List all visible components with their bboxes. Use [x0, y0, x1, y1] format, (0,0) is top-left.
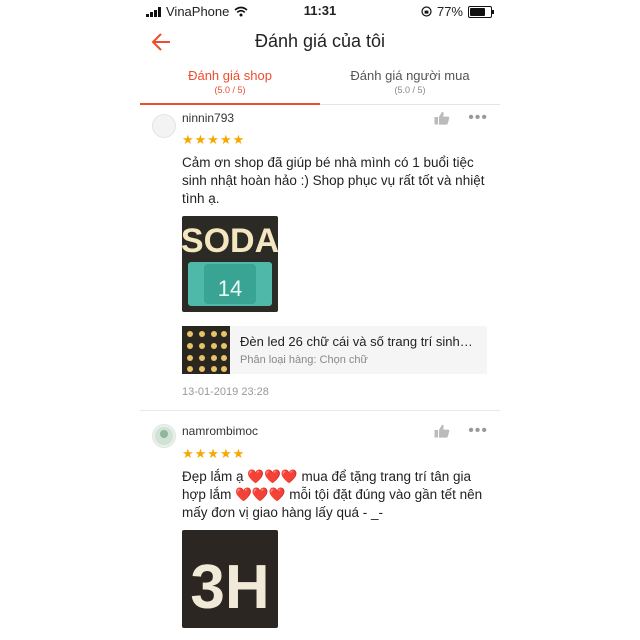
status-bar: VinaPhone 11:31 77%: [140, 0, 500, 22]
review-date: 13-01-2019 23:28: [182, 386, 269, 398]
tab-score: (5.0 / 5): [214, 85, 246, 95]
review-divider: [140, 410, 500, 411]
header: Đánh giá của tôi: [140, 22, 500, 62]
review-text: Đẹp lắm ạ ❤️❤️❤️ mua để tặng trang trí t…: [182, 469, 483, 520]
more-options-icon[interactable]: •••: [468, 423, 488, 439]
product-name: Đèn led 26 chữ cái và số trang trí sinh …: [240, 334, 476, 349]
reviewer-name: ninnin793: [182, 111, 235, 125]
tab-bar: Đánh giá shop (5.0 / 5) Đánh giá người m…: [140, 66, 500, 105]
reviewer-name: namrombimoc: [182, 424, 259, 438]
photo-number: 14: [218, 276, 242, 301]
tab-label: Đánh giá người mua: [350, 68, 470, 83]
star-rating: ★★★★★: [182, 132, 246, 147]
marquee-letters-image: 3H: [182, 530, 278, 628]
review-text: Cảm ơn shop đã giúp bé nhà mình có 1 buổ…: [182, 155, 485, 206]
battery-level-fill: [470, 7, 486, 16]
avatar[interactable]: [152, 424, 176, 448]
avatar[interactable]: [152, 114, 176, 138]
thumbs-up-icon[interactable]: [434, 111, 450, 125]
tab-label: Đánh giá shop: [188, 68, 272, 83]
page-title: Đánh giá của tôi: [254, 31, 386, 51]
product-card[interactable]: Đèn led 26 chữ cái và số trang trí sinh …: [182, 326, 487, 374]
app-screen: VinaPhone 11:31 77% Đánh giá của tôi Đán…: [140, 0, 500, 640]
review-card: namrombimoc ••• ★★★★★ Đẹp lắm ạ ❤️❤️❤️ m…: [140, 412, 500, 640]
photo-letters: 3H: [190, 553, 269, 622]
more-options-icon[interactable]: •••: [468, 110, 488, 126]
product-variation: Phân loại hàng: Chọn chữ: [240, 354, 368, 366]
product-thumbnail: [182, 326, 230, 374]
thumbs-up-icon[interactable]: [434, 424, 450, 438]
orientation-lock-icon: [421, 6, 432, 17]
review-card: ninnin793 ••• ★★★★★ Cảm ơn shop đã giúp …: [140, 104, 500, 410]
avatar-image: [155, 427, 173, 445]
battery-percent: 77%: [436, 4, 463, 19]
review-photo[interactable]: SODA 14: [182, 216, 278, 312]
battery-icon: [468, 5, 494, 18]
tab-buyer-reviews[interactable]: Đánh giá người mua (5.0 / 5): [320, 66, 500, 104]
tab-shop-reviews[interactable]: Đánh giá shop (5.0 / 5): [140, 66, 320, 105]
photo-letters: SODA: [182, 222, 278, 260]
review-photo[interactable]: 3H: [182, 530, 278, 628]
tab-score: (5.0 / 5): [394, 85, 426, 95]
star-rating: ★★★★★: [182, 446, 246, 461]
cake-photo-image: SODA 14: [182, 216, 278, 312]
